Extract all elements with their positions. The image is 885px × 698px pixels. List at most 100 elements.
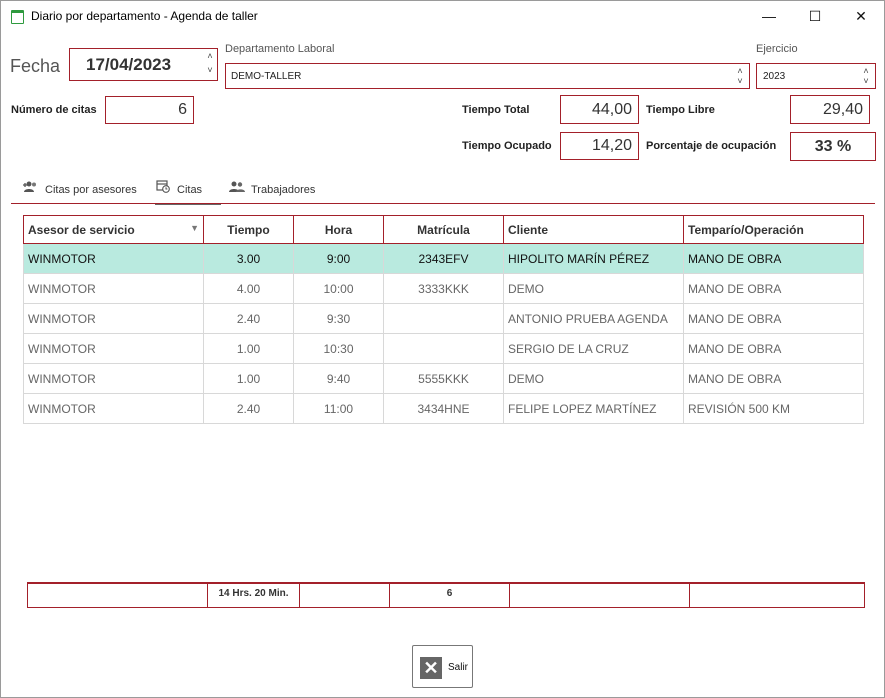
tab-label: Trabajadores [251,184,316,196]
cell-cliente: DEMO [503,273,684,304]
cell-matricula: 5555KKK [383,363,504,394]
cell-tempario: MANO DE OBRA [683,363,864,394]
fecha-date-input[interactable]: 17/04/2023 ˄ ˅ [69,48,218,81]
cell-hora: 11:00 [293,393,384,424]
tiempo-libre-label: Tiempo Libre [646,104,715,116]
cell-asesor: WINMOTOR [23,273,204,304]
cell-asesor: WINMOTOR [23,303,204,334]
table-row[interactable]: WINMOTOR 1.00 10:30 SERGIO DE LA CRUZ MA… [23,333,864,364]
column-header-hora[interactable]: Hora [293,215,384,244]
cell-matricula: 3434HNE [383,393,504,424]
table-header-row: Asesor de servicio ▼ Tiempo Hora Matrícul… [23,215,864,244]
table-row[interactable]: WINMOTOR 3.00 9:00 2343EFV HIPOLITO MARÍ… [23,243,864,274]
cell-tiempo: 4.00 [203,273,294,304]
cell-tempario: MANO DE OBRA [683,303,864,334]
ejercicio-up-icon[interactable]: ˄ [861,67,871,76]
tab-divider [11,203,875,204]
cell-cliente: FELIPE LOPEZ MARTÍNEZ [503,393,684,424]
ejercicio-label: Ejercicio [756,43,798,55]
column-header-asesor[interactable]: Asesor de servicio ▼ [23,215,204,244]
cell-tiempo: 2.40 [203,393,294,424]
cell-tempario: REVISIÓN 500 KM [683,393,864,424]
table-footer-summary: 14 Hrs. 20 Min. 6 [27,582,865,608]
cell-hora: 9:30 [293,303,384,334]
cell-tempario: MANO DE OBRA [683,243,864,274]
salir-label: Salir [448,662,469,673]
fecha-down-icon[interactable]: ˅ [205,66,215,75]
cell-cliente: SERGIO DE LA CRUZ [503,333,684,364]
main-window: Diario por departamento - Agenda de tall… [0,0,885,698]
column-header-tiempo[interactable]: Tiempo [203,215,294,244]
cell-matricula: 2343EFV [383,243,504,274]
porcentaje-field[interactable]: 33 % [790,132,876,161]
num-citas-label: Número de citas [11,104,97,116]
cell-cliente: HIPOLITO MARÍN PÉREZ [503,243,684,274]
cell-asesor: WINMOTOR [23,363,204,394]
sort-down-icon[interactable]: ▼ [190,223,199,233]
add-group-icon [23,177,39,203]
column-header-tempario[interactable]: Temparío/Operación [683,215,864,244]
departamento-down-icon[interactable]: ˅ [735,77,745,86]
close-button[interactable]: ✕ [838,1,884,31]
cell-cliente: DEMO [503,363,684,394]
tiempo-total-label: Tiempo Total [462,104,530,116]
footer-cell-asesor [28,584,208,608]
cell-hora: 9:40 [293,363,384,394]
tiempo-ocupado-field[interactable]: 14,20 [560,132,639,160]
num-citas-field[interactable]: 6 [105,96,194,124]
close-x-icon: ✕ [420,657,442,679]
column-header-label: Asesor de servicio [28,222,135,237]
tab-citas-por-asesores[interactable]: Citas por asesores [23,177,147,203]
departamento-up-icon[interactable]: ˄ [735,67,745,76]
people-icon [229,177,245,203]
fecha-label: Fecha [10,56,61,76]
cell-cliente: ANTONIO PRUEBA AGENDA [503,303,684,334]
app-window-icon [11,10,24,24]
cell-asesor: WINMOTOR [23,393,204,424]
departamento-value: DEMO-TALLER [231,71,302,82]
porcentaje-label: Porcentaje de ocupación [646,140,777,152]
cell-tiempo: 1.00 [203,363,294,394]
cell-tiempo: 2.40 [203,303,294,334]
table-row[interactable]: WINMOTOR 2.40 11:00 3434HNE FELIPE LOPEZ… [23,393,864,424]
tiempo-ocupado-label: Tiempo Ocupado [462,140,552,152]
title-bar: Diario por departamento - Agenda de tall… [1,1,884,31]
ejercicio-value: 2023 [763,71,786,82]
ejercicio-select[interactable]: 2023 ˄ ˅ [756,63,876,89]
departamento-label: Departamento Laboral [225,43,335,55]
cell-matricula [383,303,504,334]
cell-asesor: WINMOTOR [23,243,204,274]
salir-button[interactable]: ✕ Salir [412,645,473,688]
maximize-button[interactable]: ☐ [792,1,838,31]
tiempo-total-field[interactable]: 44,00 [560,95,639,124]
fecha-up-icon[interactable]: ˄ [205,52,215,61]
cell-hora: 10:00 [293,273,384,304]
tab-citas[interactable]: Citas [155,177,221,205]
tab-trabajadores[interactable]: Trabajadores [229,177,329,203]
cell-tempario: MANO DE OBRA [683,333,864,364]
cell-tiempo: 3.00 [203,243,294,274]
minimize-button[interactable]: — [746,1,792,31]
table-row[interactable]: WINMOTOR 1.00 9:40 5555KKK DEMO MANO DE … [23,363,864,394]
table-row[interactable]: WINMOTOR 2.40 9:30 ANTONIO PRUEBA AGENDA… [23,303,864,334]
cell-tempario: MANO DE OBRA [683,273,864,304]
citas-table: Asesor de servicio ▼ Tiempo Hora Matrícul… [23,215,864,424]
calendar-clock-icon [155,177,171,203]
footer-cell-hora [300,584,390,608]
tab-label: Citas [177,184,203,196]
tab-label: Citas por asesores [45,184,137,196]
footer-cell-cliente [510,584,690,608]
cell-matricula: 3333KKK [383,273,504,304]
tiempo-libre-field[interactable]: 29,40 [790,95,870,124]
cell-asesor: WINMOTOR [23,333,204,364]
footer-tiempo-total: 14 Hrs. 20 Min. [208,584,300,608]
ejercicio-down-icon[interactable]: ˅ [861,77,871,86]
cell-hora: 10:30 [293,333,384,364]
cell-hora: 9:00 [293,243,384,274]
cell-matricula [383,333,504,364]
footer-cell-tempario [690,584,864,608]
departamento-select[interactable]: DEMO-TALLER ˄ ˅ [225,63,750,89]
table-row[interactable]: WINMOTOR 4.00 10:00 3333KKK DEMO MANO DE… [23,273,864,304]
column-header-cliente[interactable]: Cliente [503,215,684,244]
column-header-matricula[interactable]: Matrícula [383,215,504,244]
